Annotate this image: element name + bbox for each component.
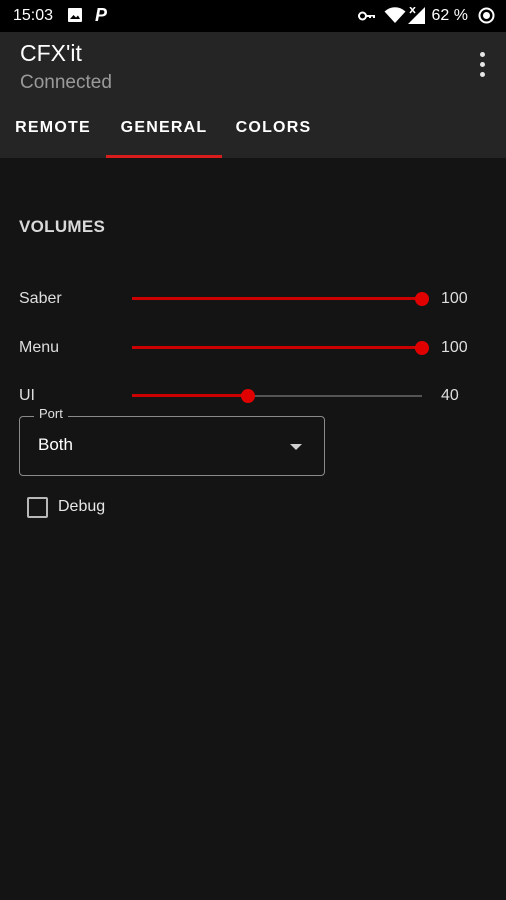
- debug-label[interactable]: Debug: [58, 498, 105, 516]
- saber-volume-label: Saber: [19, 290, 62, 307]
- dropdown-arrow-icon: [290, 444, 302, 450]
- wifi-icon: [384, 7, 406, 29]
- saber-volume-value: 100: [441, 290, 468, 307]
- saber-volume-slider[interactable]: [132, 289, 429, 309]
- port-select[interactable]: Port Both: [19, 406, 325, 476]
- more-vert-icon[interactable]: [476, 50, 488, 80]
- menu-volume-label: Menu: [19, 339, 60, 356]
- vpn-key-icon: [358, 9, 376, 27]
- signal-no-data-icon: [408, 6, 426, 29]
- battery-percentage: 62 %: [431, 7, 468, 24]
- port-label: Port: [34, 406, 68, 421]
- parking-p-icon: P: [95, 5, 108, 25]
- ui-volume-slider[interactable]: [132, 386, 422, 406]
- app-bar: CFX'it Connected REMOTE GENERAL COLORS: [0, 32, 506, 158]
- connection-status: Connected: [20, 72, 112, 93]
- menu-volume-value: 100: [441, 339, 468, 356]
- image-icon: [67, 7, 83, 28]
- port-selected-value: Both: [38, 435, 73, 454]
- slider-thumb[interactable]: [415, 292, 429, 306]
- ui-volume-label: UI: [19, 387, 35, 404]
- slider-thumb[interactable]: [415, 341, 429, 355]
- tab-colors[interactable]: COLORS: [222, 104, 325, 158]
- tab-general-label: GENERAL: [120, 119, 208, 136]
- tab-colors-label: COLORS: [235, 119, 312, 136]
- app-title: CFX'it: [20, 40, 82, 66]
- menu-volume-slider[interactable]: [132, 338, 429, 358]
- slider-thumb[interactable]: [241, 389, 255, 403]
- tab-remote-label: REMOTE: [15, 119, 91, 136]
- tab-remote[interactable]: REMOTE: [0, 104, 106, 158]
- slider-fill: [132, 394, 248, 397]
- ui-volume-value: 40: [441, 387, 459, 404]
- slider-fill: [132, 346, 422, 349]
- volumes-section-title: VOLUMES: [19, 217, 106, 236]
- status-bar: 15:03 P 62 %: [0, 0, 506, 32]
- slider-fill: [132, 297, 422, 300]
- debug-checkbox[interactable]: [27, 497, 48, 518]
- status-time: 15:03: [13, 7, 54, 24]
- battery-saver-icon: [478, 7, 495, 29]
- tab-general[interactable]: GENERAL: [106, 104, 222, 158]
